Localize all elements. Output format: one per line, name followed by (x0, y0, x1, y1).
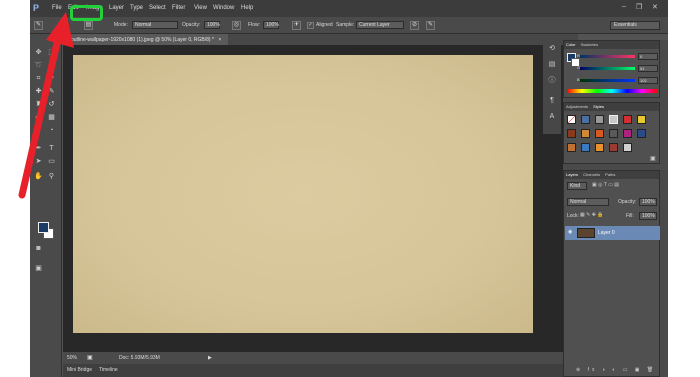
annotation-arrow (18, 12, 74, 199)
foreground-color-swatch[interactable] (38, 222, 49, 233)
arrow-head (46, 12, 74, 48)
arrow-shaft (18, 26, 64, 199)
